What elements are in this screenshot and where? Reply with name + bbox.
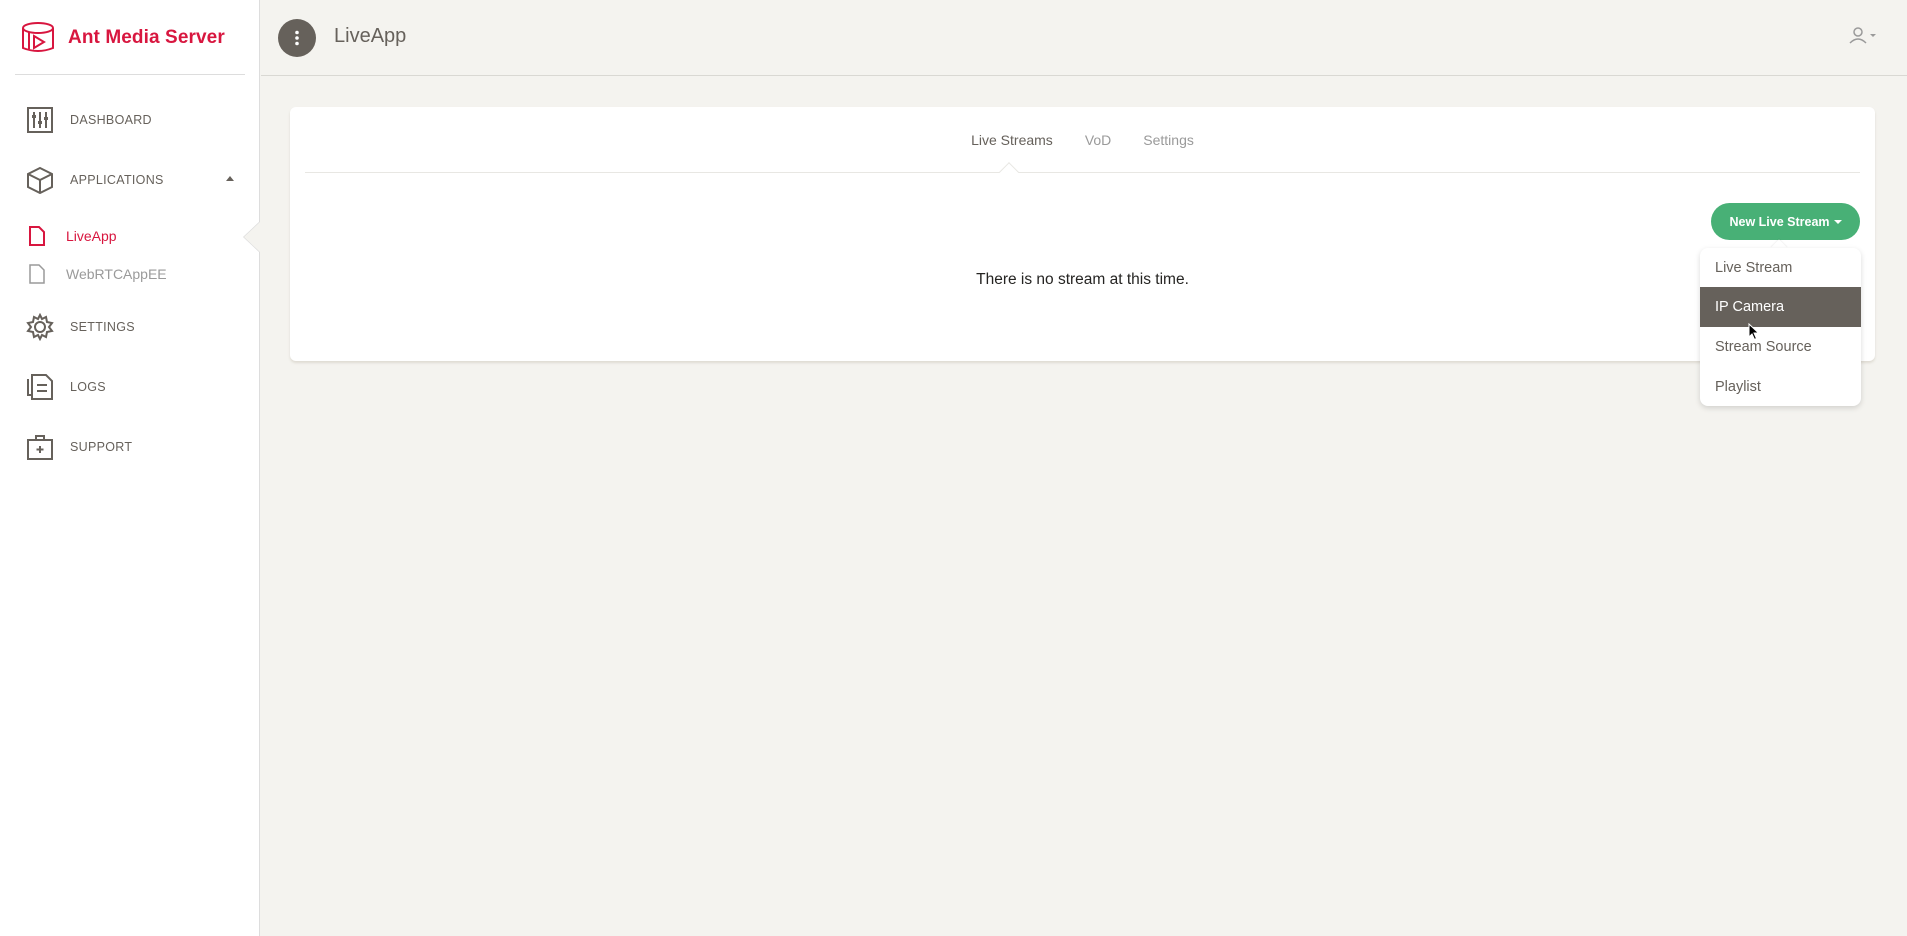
- gear-icon: [26, 313, 54, 341]
- dropdown-item-stream-source[interactable]: Stream Source: [1700, 327, 1861, 367]
- user-menu[interactable]: [1849, 26, 1877, 44]
- dropdown-item-playlist[interactable]: Playlist: [1700, 367, 1861, 407]
- file-icon: [29, 264, 45, 284]
- sidebar-item-label: LOGS: [70, 380, 106, 394]
- sidebar-item-label: APPLICATIONS: [70, 173, 164, 187]
- tab-settings[interactable]: Settings: [1143, 132, 1194, 148]
- sidebar: Ant Media Server DASHBOARD APPLICATIONS …: [0, 0, 260, 936]
- new-live-stream-button[interactable]: New Live Stream: [1711, 203, 1860, 240]
- ant-media-logo-icon: [22, 22, 54, 52]
- user-icon: [1849, 27, 1867, 44]
- dropdown-item-ip-camera[interactable]: IP Camera: [1700, 287, 1861, 327]
- mouse-cursor-icon: [1748, 323, 1760, 341]
- box-icon: [27, 166, 53, 194]
- tab-vod[interactable]: VoD: [1085, 132, 1111, 148]
- dashboard-icon: [27, 107, 53, 133]
- more-vertical-icon: [295, 30, 299, 46]
- brand[interactable]: Ant Media Server: [20, 20, 225, 56]
- logs-icon: [27, 374, 53, 400]
- brand-name: Ant Media Server: [68, 27, 225, 48]
- sidebar-item-label: DASHBOARD: [70, 113, 152, 127]
- streams-card: Live Streams VoD Settings New Live Strea…: [290, 107, 1875, 361]
- support-icon: [27, 435, 53, 460]
- active-notch: [244, 222, 260, 252]
- empty-state-message: There is no stream at this time.: [976, 271, 1189, 288]
- topbar: LiveApp: [261, 0, 1907, 76]
- tabs-divider: [305, 172, 1860, 173]
- sidebar-toggle-button[interactable]: [278, 19, 316, 57]
- new-live-stream-label: New Live Stream: [1729, 214, 1830, 229]
- sidebar-item-dashboard[interactable]: DASHBOARD: [26, 106, 152, 134]
- sidebar-item-support[interactable]: SUPPORT: [26, 433, 132, 461]
- sidebar-item-settings[interactable]: SETTINGS: [26, 313, 135, 341]
- tab-bar: Live Streams VoD Settings: [290, 107, 1875, 173]
- sidebar-app-liveapp[interactable]: LiveApp: [28, 226, 117, 246]
- caret-down-icon: [1870, 34, 1876, 37]
- caret-down-icon: [1833, 219, 1842, 224]
- chevron-up-icon[interactable]: [226, 176, 234, 181]
- file-icon: [29, 226, 45, 246]
- page-title: LiveApp: [334, 25, 407, 47]
- sidebar-item-label: SUPPORT: [70, 440, 133, 454]
- sidebar-item-label: SETTINGS: [70, 320, 135, 334]
- sidebar-app-label: LiveApp: [66, 228, 117, 244]
- sidebar-item-applications[interactable]: APPLICATIONS: [26, 166, 164, 194]
- new-stream-dropdown: Live Stream IP Camera Stream Source Play…: [1700, 248, 1861, 406]
- brand-divider: [15, 74, 245, 75]
- sidebar-app-label: WebRTCAppEE: [66, 266, 167, 282]
- sidebar-app-webrtcappee[interactable]: WebRTCAppEE: [28, 264, 167, 284]
- sidebar-item-logs[interactable]: LOGS: [26, 373, 106, 401]
- tab-live-streams[interactable]: Live Streams: [971, 132, 1053, 148]
- dropdown-item-live-stream[interactable]: Live Stream: [1700, 248, 1861, 288]
